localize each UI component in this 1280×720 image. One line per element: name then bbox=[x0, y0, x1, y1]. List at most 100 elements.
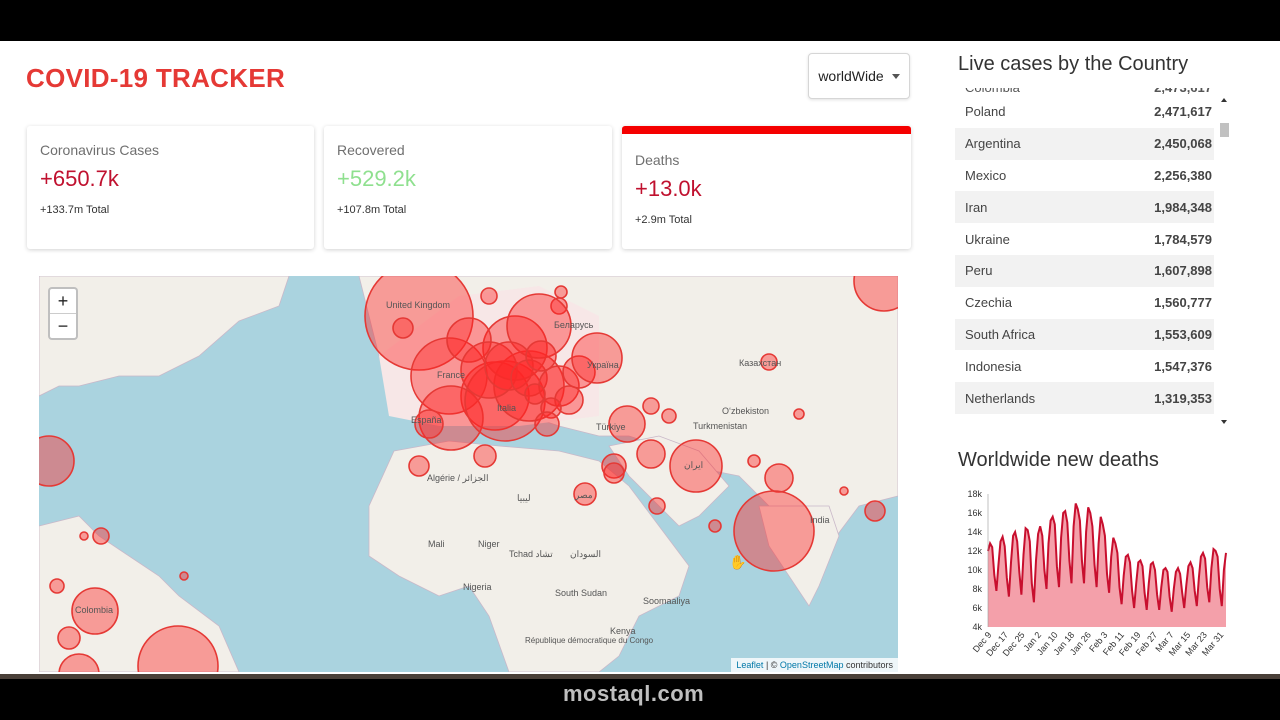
case-count: 1,784,579 bbox=[1154, 231, 1212, 247]
case-circle[interactable] bbox=[524, 383, 546, 405]
attribution-separator: | © bbox=[763, 660, 780, 670]
case-circle[interactable] bbox=[480, 287, 498, 305]
case-circle[interactable] bbox=[864, 500, 886, 522]
case-count: 1,607,898 bbox=[1154, 263, 1212, 279]
case-count: 1,553,609 bbox=[1154, 326, 1212, 342]
caret-down-icon bbox=[891, 73, 900, 79]
case-circle[interactable] bbox=[39, 435, 75, 487]
table-row: Indonesia 1,547,376 bbox=[955, 350, 1214, 382]
country-name: Indonesia bbox=[965, 358, 1022, 374]
country-name: Netherlands bbox=[965, 390, 1036, 406]
app-title: COVID-19 TRACKER bbox=[26, 63, 286, 93]
map-label: Colombia bbox=[75, 605, 113, 615]
zoom-out-button[interactable]: − bbox=[50, 314, 76, 338]
cases-card[interactable]: Coronavirus Cases +650.7k +133.7m Total bbox=[27, 126, 314, 249]
y-tick-label: 4k bbox=[972, 622, 982, 632]
recovered-card[interactable]: Recovered +529.2k +107.8m Total bbox=[324, 126, 612, 249]
map-label: Italia bbox=[497, 403, 516, 413]
case-circle[interactable] bbox=[57, 626, 81, 650]
case-circle[interactable] bbox=[571, 332, 623, 384]
table-scrollbar[interactable] bbox=[1218, 88, 1230, 424]
map-label: Oʻzbekiston bbox=[722, 406, 769, 416]
map-label: South Sudan bbox=[555, 588, 607, 598]
watermark: mostaql.com bbox=[563, 681, 705, 706]
case-circle[interactable] bbox=[179, 571, 189, 581]
case-count: 2,256,380 bbox=[1154, 167, 1212, 183]
country-name: Argentina bbox=[965, 136, 1021, 152]
scroll-up-icon[interactable] bbox=[1221, 98, 1227, 102]
case-circle[interactable] bbox=[554, 285, 568, 299]
case-circle[interactable] bbox=[708, 519, 722, 533]
covid-tracker-app: COVID-19 TRACKER worldWide Coronavirus C… bbox=[0, 41, 1280, 674]
table-row: Netherlands 1,319,353 bbox=[955, 382, 1214, 414]
case-count: 1,560,777 bbox=[1154, 295, 1212, 311]
case-circle[interactable] bbox=[636, 439, 666, 469]
table-row: Argentina 2,450,068 bbox=[955, 127, 1214, 160]
country-name: Ukraine bbox=[965, 231, 1010, 247]
partial-row: Colombia 2,473,617 bbox=[955, 88, 1214, 96]
map-label: مصر bbox=[574, 490, 593, 501]
card-value: +13.0k bbox=[635, 176, 702, 201]
case-count: 1,319,353 bbox=[1154, 390, 1212, 406]
card-total: +107.8m Total bbox=[337, 204, 407, 216]
case-circle[interactable] bbox=[49, 578, 65, 594]
table-row: Ukraine 1,784,579 bbox=[955, 223, 1214, 255]
zoom-in-button[interactable]: + bbox=[50, 289, 76, 314]
y-tick-label: 8k bbox=[972, 584, 982, 594]
map-label: Україна bbox=[587, 360, 619, 370]
case-count: 2,450,068 bbox=[1154, 136, 1212, 152]
live-cases-table[interactable]: Colombia 2,473,617 Poland 2,471,617 Argent… bbox=[955, 88, 1214, 418]
case-circle[interactable] bbox=[603, 462, 625, 484]
table-row: Mexico 2,256,380 bbox=[955, 160, 1214, 192]
card-total: +2.9m Total bbox=[635, 214, 692, 226]
map-label: Беларусь bbox=[554, 320, 594, 330]
osm-link[interactable]: OpenStreetMap bbox=[780, 660, 844, 670]
y-tick-label: 14k bbox=[967, 527, 982, 537]
bottom-bar bbox=[0, 674, 1280, 679]
y-tick-label: 12k bbox=[967, 546, 982, 556]
case-circle[interactable] bbox=[525, 340, 557, 372]
scroll-thumb[interactable] bbox=[1220, 123, 1229, 137]
case-circle[interactable] bbox=[764, 463, 794, 493]
country-name: South Africa bbox=[965, 326, 1036, 342]
partial-cases: 2,473,617 bbox=[1154, 88, 1212, 96]
map-label: Turkmenistan bbox=[693, 421, 747, 431]
map-label: Казахстан bbox=[739, 358, 781, 368]
deaths-card[interactable]: Deaths +13.0k +2.9m Total bbox=[622, 126, 911, 249]
map-label: السودان bbox=[570, 549, 601, 560]
country-name: Peru bbox=[965, 263, 993, 279]
country-name: Mexico bbox=[965, 167, 1007, 183]
map-label: Mali bbox=[428, 539, 445, 549]
case-circle[interactable] bbox=[793, 408, 805, 420]
case-circle[interactable] bbox=[642, 397, 660, 415]
case-circle[interactable] bbox=[473, 444, 497, 468]
case-circle[interactable] bbox=[648, 497, 666, 515]
case-circle[interactable] bbox=[392, 317, 414, 339]
case-circle[interactable] bbox=[79, 531, 89, 541]
y-tick-label: 10k bbox=[967, 565, 982, 575]
world-map[interactable]: United Kingdom Беларусь Україна France E… bbox=[39, 276, 898, 672]
case-circle[interactable] bbox=[839, 486, 849, 496]
scroll-down-icon[interactable] bbox=[1221, 420, 1227, 424]
country-name: Iran bbox=[965, 199, 988, 215]
case-count: 1,984,348 bbox=[1154, 199, 1212, 215]
table-row: South Africa 1,553,609 bbox=[955, 318, 1214, 351]
card-title: Deaths bbox=[635, 152, 680, 168]
partial-country: Colombia bbox=[965, 88, 1020, 96]
table-row: Czechia 1,560,777 bbox=[955, 287, 1214, 319]
leaflet-link[interactable]: Leaflet bbox=[736, 660, 763, 670]
map-label: United Kingdom bbox=[386, 300, 450, 310]
map-label: Niger bbox=[478, 539, 500, 549]
case-circle[interactable] bbox=[534, 411, 560, 437]
country-select[interactable]: worldWide bbox=[808, 53, 910, 99]
case-circle[interactable] bbox=[408, 455, 430, 477]
case-circle[interactable] bbox=[747, 454, 761, 468]
case-circle[interactable] bbox=[661, 408, 677, 424]
case-circle[interactable] bbox=[92, 527, 110, 545]
zoom-control: + − bbox=[48, 287, 78, 340]
card-value: +650.7k bbox=[40, 166, 119, 191]
card-total: +133.7m Total bbox=[40, 204, 110, 216]
map-label: France bbox=[437, 370, 465, 380]
country-name: Czechia bbox=[965, 295, 1012, 311]
country-name: Poland bbox=[965, 104, 1006, 120]
